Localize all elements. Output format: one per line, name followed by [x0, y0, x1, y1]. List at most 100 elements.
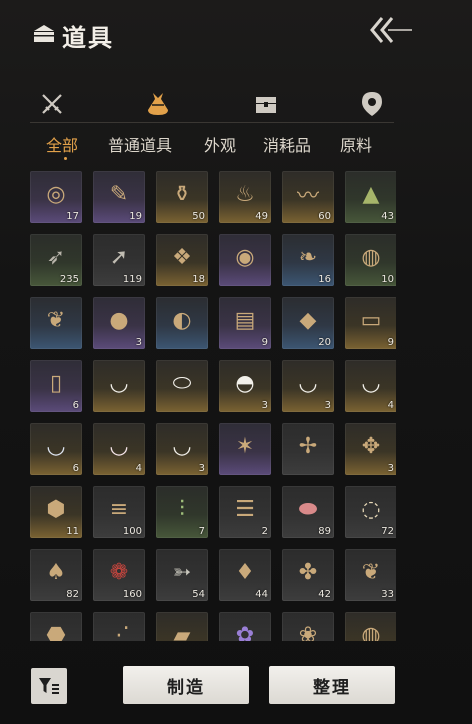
treasure-chest-icon [256, 97, 276, 113]
inventory-slot[interactable]: ◡ 6 [30, 423, 82, 475]
inventory-slot[interactable]: ✥ 3 [345, 423, 396, 475]
subtab-appearance[interactable]: 外观 [204, 132, 236, 156]
item-quantity: 9 [261, 337, 268, 348]
item-quantity: 11 [66, 526, 79, 537]
inventory-slot[interactable]: ◌ 72 [345, 486, 396, 538]
inventory-slot[interactable]: ✎ 19 [93, 171, 145, 223]
inventory-slot[interactable]: ➶ 235 [30, 234, 82, 286]
inventory-slot[interactable]: ◡ 4 [93, 423, 145, 475]
inventory-slot[interactable]: ➳ 54 [156, 549, 208, 601]
inventory-slot[interactable]: ◆ 20 [282, 297, 334, 349]
inventory-slot[interactable]: ⫶ 7 [156, 486, 208, 538]
item-quantity: 44 [255, 589, 268, 600]
tab-items[interactable] [138, 86, 178, 122]
category-tabs [0, 86, 472, 126]
item-quantity: 89 [318, 526, 331, 537]
tab-location[interactable] [352, 86, 392, 122]
inventory-slot[interactable]: ▭ 9 [345, 297, 396, 349]
inventory-slot[interactable]: ⬢ 11 [30, 486, 82, 538]
item-quantity: 6 [72, 400, 79, 411]
item-quantity: 43 [381, 211, 394, 222]
item-quantity: 9 [387, 337, 394, 348]
inventory-slot[interactable]: ◐ [156, 297, 208, 349]
inventory-slot[interactable]: ✢ [282, 423, 334, 475]
page-title: 道具 [62, 24, 114, 52]
subtab-consumables[interactable]: 消耗品 [263, 132, 311, 156]
lavender-icon: ✿ [235, 622, 255, 642]
inventory-slot[interactable]: ❖ 18 [156, 234, 208, 286]
inventory-slot[interactable]: ✶ [219, 423, 271, 475]
inventory-slot[interactable]: ⋰ [93, 612, 145, 641]
bark-icon: ▰ [173, 622, 191, 642]
header: 道具 [0, 0, 472, 72]
item-quantity: 16 [318, 274, 331, 285]
inventory-slot[interactable]: ⬬ 89 [282, 486, 334, 538]
inventory-slot[interactable]: ▯ 6 [30, 360, 82, 412]
inventory-slot[interactable]: ◉ [219, 234, 271, 286]
double-chevron-back-icon [370, 17, 412, 43]
inventory-slot[interactable]: ✤ 42 [282, 549, 334, 601]
inventory-slot[interactable]: ◡ 3 [282, 360, 334, 412]
item-quantity: 18 [192, 274, 205, 285]
inventory-slot[interactable]: ❧ 16 [282, 234, 334, 286]
item-quantity: 3 [324, 400, 331, 411]
item-quantity: 3 [261, 400, 268, 411]
sort-button[interactable]: 整理 [269, 666, 395, 704]
item-quantity: 2 [261, 526, 268, 537]
item-quantity: 33 [381, 589, 394, 600]
item-quantity: 6 [72, 463, 79, 474]
inventory-slot[interactable]: ❦ [30, 297, 82, 349]
inventory-slot[interactable]: ◓ 3 [219, 360, 271, 412]
subtab-materials[interactable]: 原料 [340, 132, 372, 156]
white-bowl-icon: ◡ [109, 370, 129, 396]
inventory-slot[interactable]: ❦ 33 [345, 549, 396, 601]
craft-button[interactable]: 制造 [123, 666, 249, 704]
item-quantity: 3 [387, 463, 394, 474]
inventory-slot[interactable]: ◎ 17 [30, 171, 82, 223]
item-quantity: 235 [59, 274, 79, 285]
inventory-slot[interactable]: ♦ 44 [219, 549, 271, 601]
inventory-slot[interactable]: ◍ [345, 612, 396, 641]
herb-bowl-icon: ◍ [361, 622, 381, 642]
inventory-grid: ◎ 17 ✎ 19 ⚱ 50 ♨ 49 〰 60 ▲ 43 ➶ 235 ➚ 119 ❖ 18 ◉ ❧ 16 ◍ 10 ❦ ● 3 ◐… [30, 171, 396, 641]
item-quantity: 50 [192, 211, 205, 222]
inventory-slot[interactable]: ◡ 4 [345, 360, 396, 412]
subtab-common-items[interactable]: 普通道具 [108, 132, 172, 156]
inventory-slot[interactable]: ❀ [282, 612, 334, 641]
inventory-slot[interactable]: ● 3 [93, 297, 145, 349]
item-quantity: 60 [318, 211, 331, 222]
inventory-slot[interactable]: ⬣ [30, 612, 82, 641]
inventory-slot[interactable]: ⬭ [156, 360, 208, 412]
inventory-slot[interactable]: ⚱ 50 [156, 171, 208, 223]
inventory-slot[interactable]: ◡ 3 [156, 423, 208, 475]
subtab-all[interactable]: 全部 [46, 132, 78, 156]
inventory-slot[interactable]: ☰ 2 [219, 486, 271, 538]
inventory-slot[interactable]: ♨ 49 [219, 171, 271, 223]
inventory-slot[interactable]: ➚ 119 [93, 234, 145, 286]
inventory-slot[interactable]: ▤ 9 [219, 297, 271, 349]
inventory-slot[interactable]: 〰 60 [282, 171, 334, 223]
inventory-slot[interactable]: ♠ 82 [30, 549, 82, 601]
inventory-slot[interactable]: ◡ [93, 360, 145, 412]
inventory-slot[interactable]: ◍ 10 [345, 234, 396, 286]
bottom-bar: 制造 整理 [0, 652, 472, 724]
item-quantity: 3 [135, 337, 142, 348]
filter-list-icon [39, 678, 59, 694]
item-quantity: 100 [122, 526, 142, 537]
item-quantity: 17 [66, 211, 79, 222]
inventory-slot[interactable]: ✿ [219, 612, 271, 641]
item-quantity: 54 [192, 589, 205, 600]
active-subtab-indicator [64, 157, 67, 160]
inventory-slot[interactable]: ❁ 160 [93, 549, 145, 601]
tab-equipment[interactable] [32, 86, 72, 122]
inventory-slot[interactable]: ▰ [156, 612, 208, 641]
filter-button[interactable] [31, 668, 67, 704]
tab-treasure[interactable] [246, 86, 286, 122]
back-button[interactable] [368, 12, 416, 48]
item-quantity: 4 [135, 463, 142, 474]
item-quantity: 19 [129, 211, 142, 222]
inventory-slot[interactable]: ≡ 100 [93, 486, 145, 538]
inventory-slot[interactable]: ▲ 43 [345, 171, 396, 223]
item-quantity: 20 [318, 337, 331, 348]
item-quantity: 160 [122, 589, 142, 600]
